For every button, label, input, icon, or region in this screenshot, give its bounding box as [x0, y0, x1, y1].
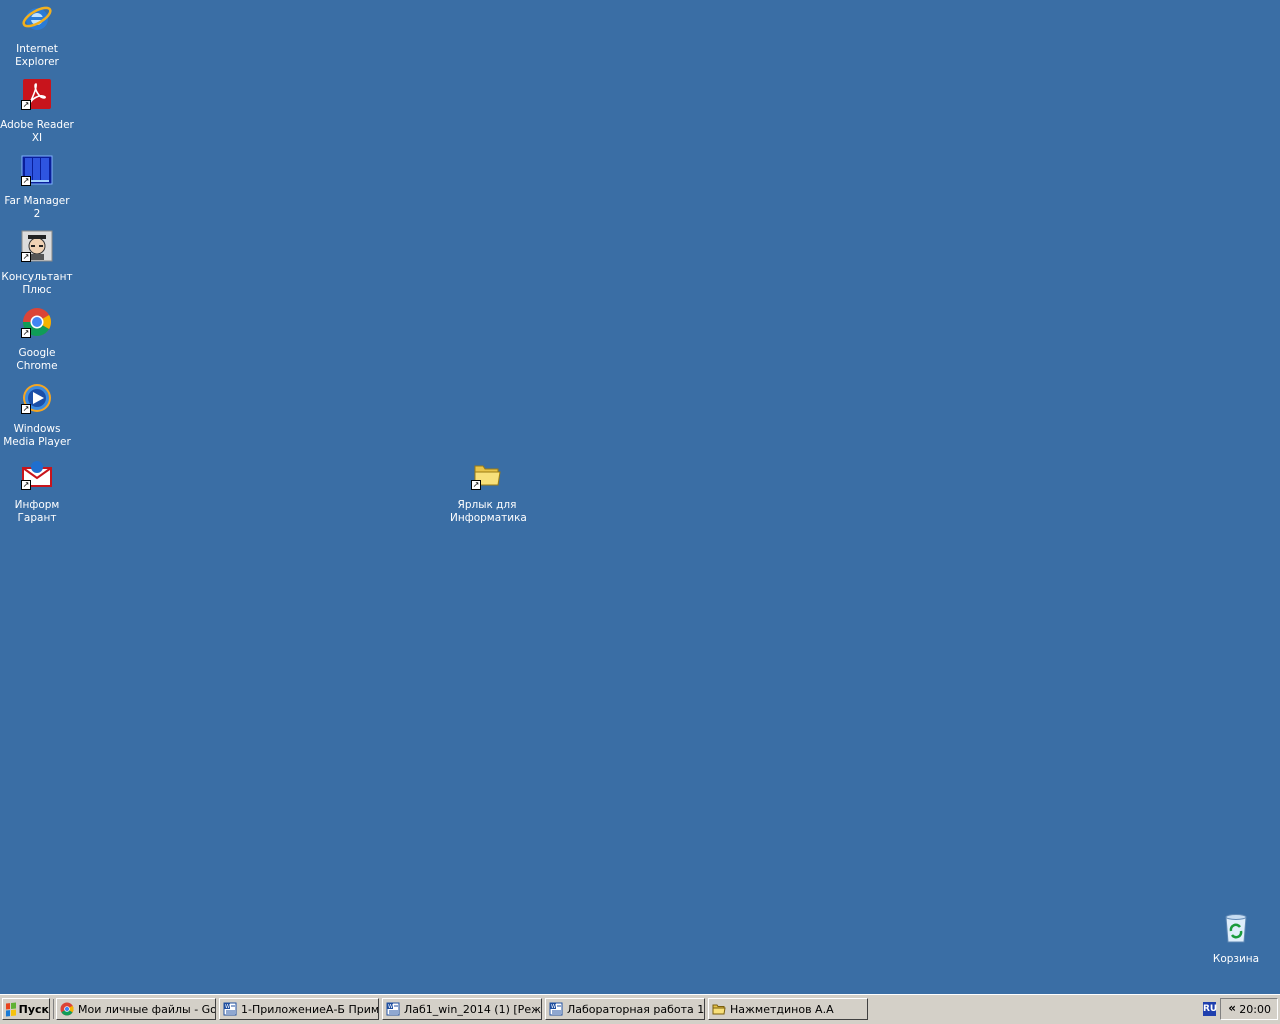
- chrome-icon: [60, 1002, 74, 1016]
- recycle-bin-icon: [1220, 912, 1252, 944]
- shortcut-arrow-icon: ↗: [471, 480, 481, 490]
- desktop-icon-far-manager[interactable]: ↗ Far Manager 2: [0, 154, 74, 221]
- taskbar-button-folder[interactable]: Нажметдинов А.А: [708, 998, 868, 1020]
- desktop-icon-google-chrome[interactable]: ↗ Google Chrome: [0, 306, 74, 373]
- shortcut-arrow-icon: ↗: [21, 176, 31, 186]
- informatika-folder-label: Ярлык для Информатика: [450, 499, 527, 524]
- taskbar-button-word-2[interactable]: W Лаб1_win_2014 (1) [Реж...: [382, 998, 542, 1020]
- far-manager-label: Far Manager 2: [4, 195, 70, 220]
- desktop-icon-internet-explorer[interactable]: Internet Explorer: [0, 2, 74, 69]
- desktop-icon-recycle-bin[interactable]: Корзина: [1199, 912, 1273, 966]
- internet-explorer-label: Internet Explorer: [15, 43, 59, 68]
- task-label: Мои личные файлы - Go...: [78, 1002, 216, 1016]
- far-manager-icon: ↗: [21, 154, 53, 186]
- windows-logo-icon: [6, 1001, 16, 1017]
- desktop-icon-inform-garant[interactable]: ↗ Информ Гарант: [0, 458, 74, 525]
- folder-icon: ↗: [471, 458, 503, 490]
- desktop-icon-windows-media-player[interactable]: ↗ Windows Media Player: [0, 382, 74, 449]
- desktop-icon-adobe-reader[interactable]: ↗ Adobe Reader XI: [0, 78, 74, 145]
- internet-explorer-icon: [21, 2, 53, 34]
- shortcut-arrow-icon: ↗: [21, 480, 31, 490]
- word-doc-icon: W: [386, 1002, 400, 1016]
- shortcut-arrow-icon: ↗: [21, 252, 31, 262]
- taskbar: Пуск Мои личные файлы - Go... W 1-Прилож…: [0, 994, 1280, 1024]
- adobe-reader-label: Adobe Reader XI: [0, 119, 74, 144]
- clock[interactable]: 20:00: [1239, 1003, 1271, 1016]
- task-label: Нажметдинов А.А: [730, 1002, 834, 1016]
- task-label: Лабораторная работа 1...: [567, 1002, 705, 1016]
- word-doc-icon: W: [223, 1002, 237, 1016]
- start-label: Пуск: [18, 1002, 49, 1016]
- taskbar-button-word-1[interactable]: W 1-ПриложениеА-Б Прим...: [219, 998, 379, 1020]
- google-chrome-icon: ↗: [21, 306, 53, 338]
- task-label: 1-ПриложениеА-Б Прим...: [241, 1002, 379, 1016]
- system-tray: 20:00: [1220, 998, 1278, 1020]
- folder-icon: [712, 1002, 726, 1016]
- desktop-icon-informatika-folder-shortcut[interactable]: ↗ Ярлык для Информатика: [450, 458, 527, 525]
- taskbar-button-chrome[interactable]: Мои личные файлы - Go...: [56, 998, 216, 1020]
- word-doc-icon: W: [549, 1002, 563, 1016]
- windows-media-player-icon: ↗: [21, 382, 53, 414]
- shortcut-arrow-icon: ↗: [21, 404, 31, 414]
- inform-garant-icon: ↗: [21, 458, 53, 490]
- svg-text:W: W: [388, 1004, 393, 1010]
- adobe-reader-icon: ↗: [21, 78, 53, 110]
- google-chrome-label: Google Chrome: [16, 347, 58, 372]
- svg-text:W: W: [551, 1004, 556, 1010]
- shortcut-arrow-icon: ↗: [21, 328, 31, 338]
- start-button[interactable]: Пуск: [2, 998, 50, 1020]
- windows-media-player-label: Windows Media Player: [3, 423, 71, 448]
- inform-garant-label: Информ Гарант: [14, 499, 60, 524]
- consultant-plus-label: Консультант Плюс: [1, 271, 73, 296]
- shortcut-arrow-icon: ↗: [21, 100, 31, 110]
- taskbar-button-word-3[interactable]: W Лабораторная работа 1...: [545, 998, 705, 1020]
- language-indicator[interactable]: RU: [1203, 1002, 1217, 1016]
- recycle-bin-label: Корзина: [1212, 953, 1260, 965]
- desktop-icon-consultant-plus[interactable]: ↗ Консультант Плюс: [0, 230, 74, 297]
- consultant-plus-icon: ↗: [21, 230, 53, 262]
- desktop: Internet Explorer ↗ Adobe Reader XI ↗ Far …: [0, 0, 1280, 994]
- task-label: Лаб1_win_2014 (1) [Реж...: [404, 1002, 542, 1016]
- svg-text:W: W: [225, 1004, 230, 1010]
